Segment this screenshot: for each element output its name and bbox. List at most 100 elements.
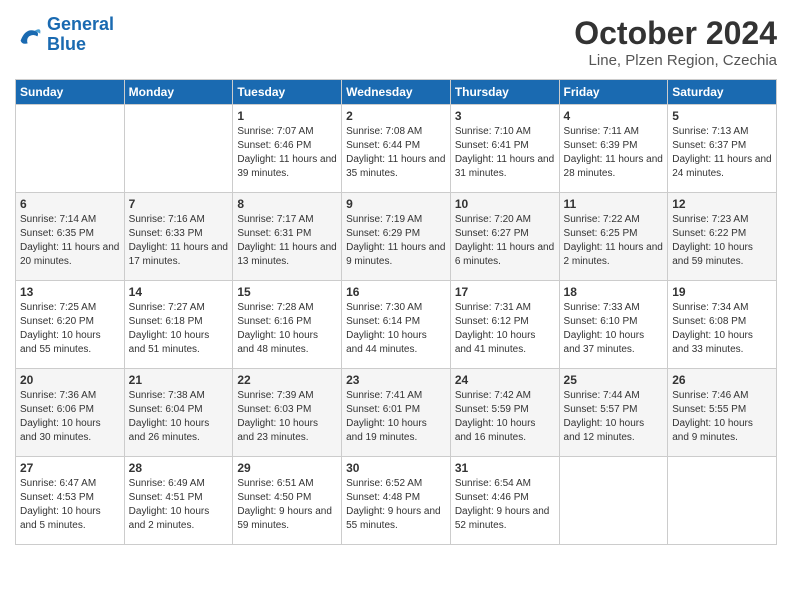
calendar-cell: 11 Sunrise: 7:22 AM Sunset: 6:25 PM Dayli… (559, 193, 668, 281)
day-details: Sunrise: 7:33 AM Sunset: 6:10 PM Dayligh… (564, 301, 664, 357)
day-details: Sunrise: 7:23 AM Sunset: 6:22 PM Dayligh… (672, 213, 772, 269)
day-number: 11 (564, 197, 664, 211)
header-row: SundayMondayTuesdayWednesdayThursdayFrid… (16, 80, 777, 105)
day-number: 5 (672, 109, 772, 123)
calendar-cell: 3 Sunrise: 7:10 AM Sunset: 6:41 PM Daylig… (450, 105, 559, 193)
weekday-header: Friday (559, 80, 668, 105)
day-details: Sunrise: 7:46 AM Sunset: 5:55 PM Dayligh… (672, 389, 772, 445)
day-details: Sunrise: 7:36 AM Sunset: 6:06 PM Dayligh… (20, 389, 120, 445)
day-number: 6 (20, 197, 120, 211)
weekday-header: Monday (124, 80, 233, 105)
calendar-cell: 28Sunrise: 6:49 AM Sunset: 4:51 PM Dayli… (124, 457, 233, 545)
calendar-cell: 31 Sunrise: 6:54 AM Sunset: 4:46 PM Dayli… (450, 457, 559, 545)
month-title: October 2024 (574, 15, 777, 52)
day-number: 2 (346, 109, 446, 123)
day-details: Sunrise: 7:28 AM Sunset: 6:16 PM Dayligh… (237, 301, 337, 357)
day-details: Sunrise: 7:08 AM Sunset: 6:44 PM Dayligh… (346, 125, 446, 181)
day-number: 4 (564, 109, 664, 123)
calendar-cell: 1 Sunrise: 7:07 AM Sunset: 6:46 PM Daylig… (233, 105, 342, 193)
calendar-cell: 23 Sunrise: 7:41 AM Sunset: 6:01 PM Dayli… (342, 369, 451, 457)
calendar-cell: 24Sunrise: 7:42 AM Sunset: 5:59 PM Dayli… (450, 369, 559, 457)
calendar-cell: 8Sunrise: 7:17 AM Sunset: 6:31 PM Daylig… (233, 193, 342, 281)
day-number: 23 (346, 373, 446, 387)
logo-bird-icon (15, 21, 43, 49)
calendar-table: SundayMondayTuesdayWednesdayThursdayFrid… (15, 79, 777, 545)
calendar-cell: 18 Sunrise: 7:33 AM Sunset: 6:10 PM Dayli… (559, 281, 668, 369)
calendar-cell (124, 105, 233, 193)
weekday-header: Wednesday (342, 80, 451, 105)
calendar-cell: 27 Sunrise: 6:47 AM Sunset: 4:53 PM Dayli… (16, 457, 125, 545)
calendar-cell: 22Sunrise: 7:39 AM Sunset: 6:03 PM Dayli… (233, 369, 342, 457)
day-number: 15 (237, 285, 337, 299)
calendar-cell: 6 Sunrise: 7:14 AM Sunset: 6:35 PM Daylig… (16, 193, 125, 281)
day-details: Sunrise: 7:44 AM Sunset: 5:57 PM Dayligh… (564, 389, 664, 445)
day-details: Sunrise: 7:39 AM Sunset: 6:03 PM Dayligh… (237, 389, 337, 445)
day-details: Sunrise: 7:41 AM Sunset: 6:01 PM Dayligh… (346, 389, 446, 445)
weekday-header: Sunday (16, 80, 125, 105)
weekday-header: Tuesday (233, 80, 342, 105)
calendar-cell: 21Sunrise: 7:38 AM Sunset: 6:04 PM Dayli… (124, 369, 233, 457)
calendar-cell (668, 457, 777, 545)
day-number: 19 (672, 285, 772, 299)
day-number: 27 (20, 461, 120, 475)
weekday-header: Saturday (668, 80, 777, 105)
title-block: October 2024 Line, Plzen Region, Czechia (574, 15, 777, 69)
calendar-cell: 7Sunrise: 7:16 AM Sunset: 6:33 PM Daylig… (124, 193, 233, 281)
page-header: General Blue October 2024 Line, Plzen Re… (15, 15, 777, 69)
calendar-week-row: 13 Sunrise: 7:25 AM Sunset: 6:20 PM Dayli… (16, 281, 777, 369)
day-details: Sunrise: 6:47 AM Sunset: 4:53 PM Dayligh… (20, 477, 120, 533)
calendar-cell: 20 Sunrise: 7:36 AM Sunset: 6:06 PM Dayli… (16, 369, 125, 457)
weekday-header: Thursday (450, 80, 559, 105)
day-details: Sunrise: 6:54 AM Sunset: 4:46 PM Dayligh… (455, 477, 555, 533)
calendar-cell: 19 Sunrise: 7:34 AM Sunset: 6:08 PM Dayli… (668, 281, 777, 369)
day-number: 1 (237, 109, 337, 123)
calendar-cell: 14Sunrise: 7:27 AM Sunset: 6:18 PM Dayli… (124, 281, 233, 369)
logo: General Blue (15, 15, 114, 55)
day-number: 25 (564, 373, 664, 387)
calendar-cell: 10 Sunrise: 7:20 AM Sunset: 6:27 PM Dayli… (450, 193, 559, 281)
calendar-cell (16, 105, 125, 193)
day-details: Sunrise: 7:19 AM Sunset: 6:29 PM Dayligh… (346, 213, 446, 269)
calendar-cell: 17 Sunrise: 7:31 AM Sunset: 6:12 PM Dayli… (450, 281, 559, 369)
calendar-cell: 2 Sunrise: 7:08 AM Sunset: 6:44 PM Daylig… (342, 105, 451, 193)
day-number: 9 (346, 197, 446, 211)
calendar-cell: 5 Sunrise: 7:13 AM Sunset: 6:37 PM Daylig… (668, 105, 777, 193)
calendar-cell: 13 Sunrise: 7:25 AM Sunset: 6:20 PM Dayli… (16, 281, 125, 369)
calendar-cell: 4 Sunrise: 7:11 AM Sunset: 6:39 PM Daylig… (559, 105, 668, 193)
calendar-cell: 9 Sunrise: 7:19 AM Sunset: 6:29 PM Daylig… (342, 193, 451, 281)
calendar-cell: 16Sunrise: 7:30 AM Sunset: 6:14 PM Dayli… (342, 281, 451, 369)
calendar-cell: 30Sunrise: 6:52 AM Sunset: 4:48 PM Dayli… (342, 457, 451, 545)
calendar-cell: 26Sunrise: 7:46 AM Sunset: 5:55 PM Dayli… (668, 369, 777, 457)
calendar-cell (559, 457, 668, 545)
day-number: 13 (20, 285, 120, 299)
day-number: 3 (455, 109, 555, 123)
day-number: 12 (672, 197, 772, 211)
day-number: 17 (455, 285, 555, 299)
day-details: Sunrise: 7:42 AM Sunset: 5:59 PM Dayligh… (455, 389, 555, 445)
day-number: 20 (20, 373, 120, 387)
day-details: Sunrise: 7:13 AM Sunset: 6:37 PM Dayligh… (672, 125, 772, 181)
calendar-cell: 15 Sunrise: 7:28 AM Sunset: 6:16 PM Dayli… (233, 281, 342, 369)
calendar-week-row: 1 Sunrise: 7:07 AM Sunset: 6:46 PM Daylig… (16, 105, 777, 193)
day-details: Sunrise: 6:51 AM Sunset: 4:50 PM Dayligh… (237, 477, 337, 533)
day-details: Sunrise: 7:20 AM Sunset: 6:27 PM Dayligh… (455, 213, 555, 269)
location-text: Line, Plzen Region, Czechia (574, 52, 777, 69)
day-number: 7 (129, 197, 229, 211)
day-details: Sunrise: 7:07 AM Sunset: 6:46 PM Dayligh… (237, 125, 337, 181)
day-details: Sunrise: 7:14 AM Sunset: 6:35 PM Dayligh… (20, 213, 120, 269)
day-number: 31 (455, 461, 555, 475)
calendar-cell: 12 Sunrise: 7:23 AM Sunset: 6:22 PM Dayli… (668, 193, 777, 281)
day-number: 14 (129, 285, 229, 299)
calendar-week-row: 20 Sunrise: 7:36 AM Sunset: 6:06 PM Dayli… (16, 369, 777, 457)
day-details: Sunrise: 7:11 AM Sunset: 6:39 PM Dayligh… (564, 125, 664, 181)
day-number: 29 (237, 461, 337, 475)
day-details: Sunrise: 7:30 AM Sunset: 6:14 PM Dayligh… (346, 301, 446, 357)
day-details: Sunrise: 7:34 AM Sunset: 6:08 PM Dayligh… (672, 301, 772, 357)
day-number: 10 (455, 197, 555, 211)
day-details: Sunrise: 7:22 AM Sunset: 6:25 PM Dayligh… (564, 213, 664, 269)
day-number: 21 (129, 373, 229, 387)
day-number: 18 (564, 285, 664, 299)
day-details: Sunrise: 7:10 AM Sunset: 6:41 PM Dayligh… (455, 125, 555, 181)
day-details: Sunrise: 7:25 AM Sunset: 6:20 PM Dayligh… (20, 301, 120, 357)
day-details: Sunrise: 7:31 AM Sunset: 6:12 PM Dayligh… (455, 301, 555, 357)
